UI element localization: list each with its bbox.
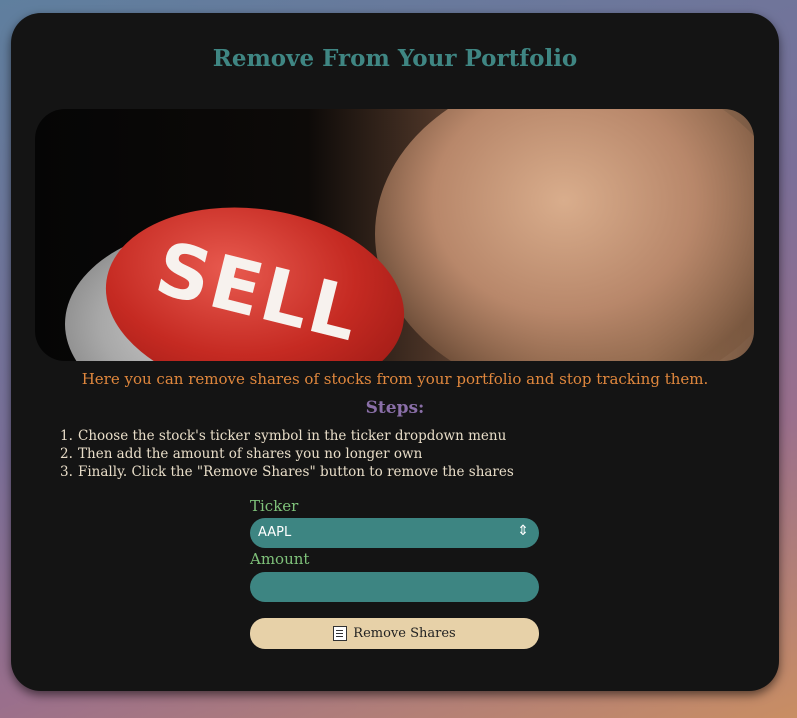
sell-button-image: SELL — [35, 109, 754, 361]
hand-shape — [375, 109, 754, 361]
step-item: 3. Finally. Click the "Remove Shares" but… — [60, 463, 514, 481]
amount-input[interactable] — [250, 572, 539, 602]
remove-shares-button[interactable]: Remove Shares — [250, 618, 539, 649]
amount-label: Amount — [250, 550, 310, 568]
step-number: 1. — [60, 428, 73, 444]
memo-icon — [333, 626, 348, 641]
remove-portfolio-card: Remove From Your Portfolio SELL Here you… — [11, 13, 779, 691]
step-text: Then add the amount of shares you no lon… — [78, 446, 423, 462]
step-item: 1. Choose the stock's ticker symbol in th… — [60, 427, 514, 445]
page-title: Remove From Your Portfolio — [212, 45, 578, 72]
step-text: Finally. Click the "Remove Shares" butto… — [78, 464, 514, 480]
step-text: Choose the stock's ticker symbol in the … — [78, 428, 507, 444]
steps-list: 1. Choose the stock's ticker symbol in th… — [60, 427, 514, 481]
step-number: 2. — [60, 446, 73, 462]
step-item: 2. Then add the amount of shares you no l… — [60, 445, 514, 463]
step-number: 3. — [60, 464, 73, 480]
select-arrows-icon: ⇕ — [517, 523, 529, 539]
intro-text: Here you can remove shares of stocks fro… — [81, 370, 709, 388]
ticker-select[interactable]: AAPL ⇕ — [250, 518, 539, 548]
ticker-selected-value: AAPL — [258, 525, 292, 540]
steps-heading: Steps: — [365, 398, 425, 418]
remove-shares-label: Remove Shares — [353, 626, 456, 641]
ticker-label: Ticker — [250, 497, 299, 515]
